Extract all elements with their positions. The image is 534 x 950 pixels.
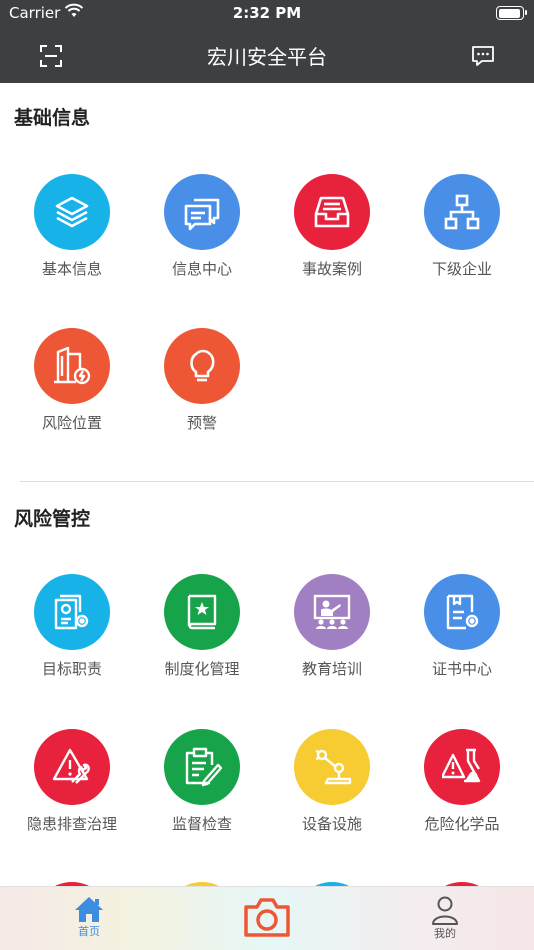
page-title: 宏川安全平台 [207,45,327,69]
grid-item-label: 证书中心 [431,660,492,678]
document-gear-icon [34,574,110,650]
grid-item-label: 事故案例 [301,260,362,278]
grid-item-label: 设备设施 [301,815,362,833]
grid-item-target-responsibility[interactable]: 目标职责 [7,574,137,679]
grid-item-equipment-facilities[interactable]: 设备设施 [267,729,397,834]
grid-item-accident-cases[interactable]: 事故案例 [267,174,397,279]
layers-icon [34,174,110,250]
chat-bubbles-icon [164,174,240,250]
grid-item-label: 下级企业 [431,260,492,278]
status-bar: Carrier 2:32 PM [0,0,534,28]
building-alert-icon [34,328,110,404]
grid-item-label: 隐患排查治理 [26,815,117,833]
grid-item-education-training[interactable]: 教育培训 [267,574,397,679]
section-title-basic-info: 基础信息 [14,107,91,129]
warning-wrench-icon [34,729,110,805]
grid-item-institutional-management[interactable]: 制度化管理 [137,574,267,679]
inbox-tray-icon [294,174,370,250]
tab-mine[interactable]: 我的 [416,895,474,941]
battery-icon [496,6,527,20]
grid-item-basic-info[interactable]: 基本信息 [7,174,137,279]
section-divider [20,481,534,482]
grid-item-label: 基本信息 [41,260,102,278]
section-title-risk-control: 风险管控 [14,508,91,530]
grid-item-label: 信息中心 [171,260,232,278]
flask-warning-icon [424,729,500,805]
grid-item-warning[interactable]: 预警 [137,328,267,433]
nav-bar: 宏川安全平台 [0,28,534,83]
grid-item-certificate-center[interactable]: 证书中心 [397,574,527,679]
tab-home-label: 首页 [78,925,100,938]
teacher-board-icon [294,574,370,650]
grid-item-label: 危险化学品 [424,815,500,833]
person-icon [432,896,458,925]
org-chart-icon [424,174,500,250]
camera-icon[interactable] [242,895,292,939]
robot-arm-icon [294,729,370,805]
grid-item-hazard-investigation[interactable]: 隐患排查治理 [7,729,137,834]
tab-mine-label: 我的 [434,927,456,940]
book-star-icon [164,574,240,650]
clipboard-pen-icon [164,729,240,805]
home-icon [75,897,103,922]
grid-item-label: 预警 [186,414,217,432]
grid-item-info-center[interactable]: 信息中心 [137,174,267,279]
certificate-gear-icon [424,574,500,650]
grid-item-hazardous-chemicals[interactable]: 危险化学品 [397,729,527,834]
clock: 2:32 PM [232,4,302,22]
grid-item-label: 制度化管理 [164,660,240,678]
grid-item-subordinate-companies[interactable]: 下级企业 [397,174,527,279]
lightbulb-icon [164,328,240,404]
tab-home[interactable]: 首页 [60,895,118,939]
grid-item-label: 目标职责 [41,660,102,678]
grid-item-supervision-inspection[interactable]: 监督检查 [137,729,267,834]
grid-item-risk-locations[interactable]: 风险位置 [7,328,137,433]
message-icon[interactable] [470,43,496,69]
grid-item-label: 监督检查 [171,815,232,833]
grid-item-label: 教育培训 [301,660,362,678]
grid-item-label: 风险位置 [41,414,102,432]
